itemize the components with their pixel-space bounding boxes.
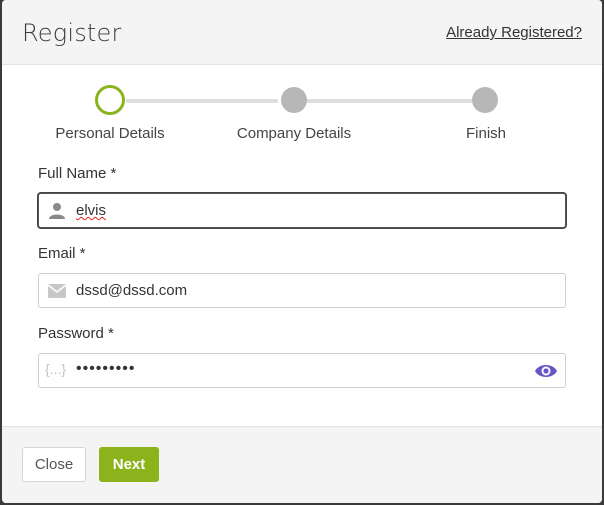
step-indicator-finish bbox=[472, 87, 498, 113]
braces-icon: {...} bbox=[45, 361, 67, 377]
modal-header: Register Already Registered? bbox=[2, 0, 602, 65]
step-label-finish: Finish bbox=[465, 125, 507, 142]
password-label: Password * bbox=[38, 325, 114, 342]
step-indicator-personal-details bbox=[95, 85, 125, 115]
step-connector bbox=[126, 99, 278, 103]
modal-title: Register bbox=[22, 19, 122, 47]
step-label-company-details: Company Details bbox=[236, 125, 352, 142]
close-button[interactable]: Close bbox=[22, 447, 86, 482]
full-name-value: elvis bbox=[76, 202, 107, 219]
email-field[interactable]: dssd@dssd.com bbox=[38, 273, 566, 308]
email-label: Email * bbox=[38, 245, 86, 262]
modal-footer: Close Next bbox=[2, 426, 602, 503]
step-label-personal-details: Personal Details bbox=[55, 125, 165, 142]
register-modal: Register Already Registered? Personal De… bbox=[2, 0, 602, 503]
full-name-label: Full Name * bbox=[38, 165, 117, 182]
eye-icon[interactable] bbox=[534, 362, 558, 380]
step-indicator-company-details bbox=[281, 87, 307, 113]
email-value: dssd@dssd.com bbox=[76, 282, 188, 299]
next-button[interactable]: Next bbox=[99, 447, 159, 482]
full-name-field[interactable]: elvis bbox=[38, 193, 566, 228]
password-field[interactable]: {...} ••••••••• bbox=[38, 353, 566, 388]
progress-stepper: Personal Details Company Details Finish bbox=[2, 84, 602, 154]
step-connector bbox=[306, 99, 472, 103]
already-registered-link[interactable]: Already Registered? bbox=[446, 24, 582, 41]
person-icon bbox=[49, 203, 65, 219]
password-value: ••••••••• bbox=[76, 360, 136, 377]
mail-icon bbox=[47, 284, 67, 298]
